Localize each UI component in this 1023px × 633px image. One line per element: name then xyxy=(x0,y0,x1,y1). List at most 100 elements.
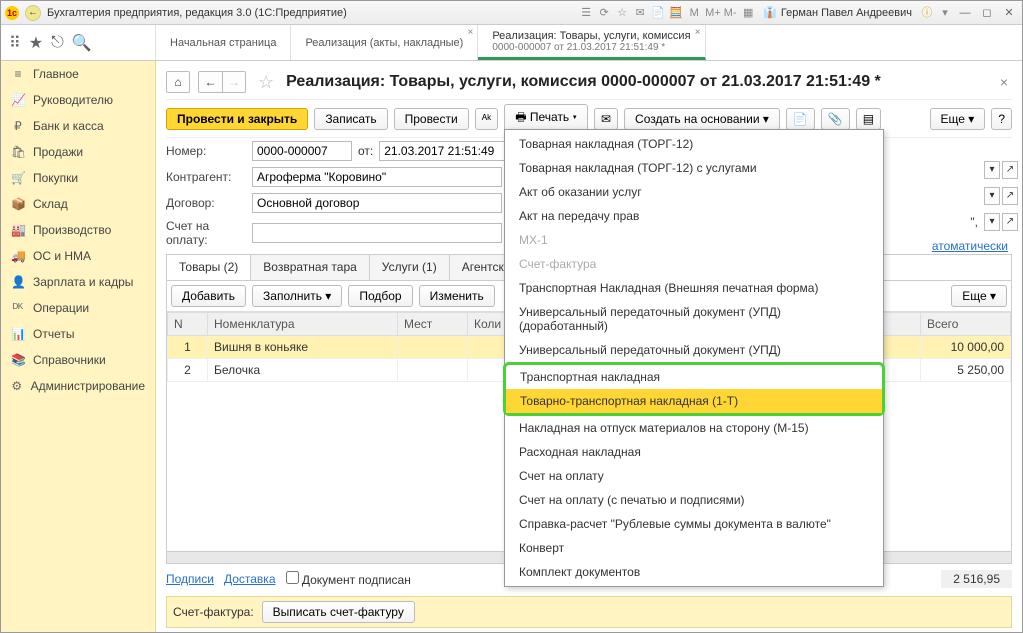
tb-icon-mplus[interactable]: M+ xyxy=(705,6,719,20)
tab-realization-list[interactable]: Реализация (акты, накладные) × xyxy=(291,25,478,60)
files-button[interactable]: 📄 xyxy=(786,108,815,130)
history-icon[interactable]: ⎋ xyxy=(51,34,64,52)
print-menu-item[interactable]: Счет на оплату xyxy=(505,464,883,488)
col-total[interactable]: Всего xyxy=(921,313,1011,336)
tb-icon-d[interactable]: ✉ xyxy=(633,6,647,20)
sidebar-item-warehouse[interactable]: 📦Склад xyxy=(1,191,155,217)
print-menu-item-transport[interactable]: Транспортная накладная xyxy=(506,365,882,389)
post-and-close-button[interactable]: Провести и закрыть xyxy=(166,108,308,130)
tb-icon-c[interactable]: ☆ xyxy=(615,6,629,20)
change-button[interactable]: Изменить xyxy=(419,285,495,307)
tab-close-icon[interactable]: × xyxy=(695,27,701,38)
field-dropdown-icon[interactable]: ▾ xyxy=(984,213,1000,231)
nav-forward-button[interactable]: → xyxy=(222,71,246,93)
dk-movements-button[interactable]: ᴬᵏ xyxy=(475,108,499,130)
user-block[interactable]: 👔 Герман Павел Андреевич xyxy=(759,6,916,19)
print-menu-item[interactable]: Универсальный передаточный документ (УПД… xyxy=(505,300,883,338)
email-button[interactable]: ✉ xyxy=(594,108,618,130)
sidebar-item-bank[interactable]: ₽Банк и касса xyxy=(1,113,155,139)
print-menu-item[interactable]: Справка-расчет "Рублевые суммы документа… xyxy=(505,512,883,536)
window-close-button[interactable]: ✕ xyxy=(1000,6,1018,20)
cell-place[interactable] xyxy=(398,336,468,359)
contragent-input[interactable] xyxy=(252,167,502,187)
sidebar-item-admin[interactable]: ⚙Администрирование xyxy=(1,373,155,399)
info-icon[interactable]: ⓘ xyxy=(920,6,934,20)
signatures-link[interactable]: Подписи xyxy=(166,572,214,586)
tab-start-page[interactable]: Начальная страница xyxy=(156,25,291,60)
print-menu-item[interactable]: Товарная накладная (ТОРГ-12) с услугами xyxy=(505,156,883,180)
print-menu-item[interactable]: Товарная накладная (ТОРГ-12) xyxy=(505,132,883,156)
help-button[interactable]: ? xyxy=(991,108,1012,130)
col-place[interactable]: Мест xyxy=(398,313,468,336)
sidebar-item-salary[interactable]: 👤Зарплата и кадры xyxy=(1,269,155,295)
number-input[interactable] xyxy=(252,141,352,161)
cell-nomenclature[interactable]: Белочка xyxy=(208,359,398,382)
tb-icon-grid[interactable]: ▦ xyxy=(741,6,755,20)
sidebar-item-manager[interactable]: 📈Руководителю xyxy=(1,87,155,113)
create-on-basis-button[interactable]: Создать на основании ▾ xyxy=(624,108,780,130)
dropdown-icon[interactable]: ▾ xyxy=(938,6,952,20)
tab-close-icon[interactable]: × xyxy=(467,27,473,38)
favorites-star-icon[interactable]: ★ xyxy=(29,33,43,53)
print-menu-item[interactable]: Комплект документов xyxy=(505,560,883,584)
field-dropdown-icon[interactable]: ▾ xyxy=(984,187,1000,205)
tb-icon-a[interactable]: ☰ xyxy=(579,6,593,20)
apps-grid-icon[interactable]: ⠿ xyxy=(9,33,21,53)
home-button[interactable]: ⌂ xyxy=(166,71,190,93)
sidebar-item-reports[interactable]: 📊Отчеты xyxy=(1,321,155,347)
window-maximize-button[interactable]: ◻ xyxy=(978,6,996,20)
nav-back-round-icon[interactable]: ← xyxy=(25,5,41,21)
field-open-icon[interactable]: ↗ xyxy=(1002,213,1018,231)
print-menu-item[interactable]: Расходная накладная xyxy=(505,440,883,464)
nav-back-button[interactable]: ← xyxy=(198,71,222,93)
col-n[interactable]: N xyxy=(168,313,208,336)
post-button[interactable]: Провести xyxy=(394,108,469,130)
print-menu-item[interactable]: МХ-1 xyxy=(505,228,883,252)
sidebar-item-operations[interactable]: ᴰᴷОперации xyxy=(1,295,155,321)
attach-button[interactable]: 📎 xyxy=(821,108,850,130)
tab-returnable-tara[interactable]: Возвратная тара xyxy=(251,255,370,280)
window-minimize-button[interactable]: — xyxy=(956,6,974,20)
print-menu-item[interactable]: Счет на оплату (с печатью и подписями) xyxy=(505,488,883,512)
invoice-input[interactable] xyxy=(252,223,502,243)
field-open-icon[interactable]: ↗ xyxy=(1002,187,1018,205)
sidebar-item-sales[interactable]: 🛍Продажи xyxy=(1,139,155,165)
sidebar-item-production[interactable]: 🏭Производство xyxy=(1,217,155,243)
pick-button[interactable]: Подбор xyxy=(348,285,412,307)
tab-goods[interactable]: Товары (2) xyxy=(167,255,251,281)
doc-signed-input[interactable] xyxy=(286,571,299,584)
tb-icon-e[interactable]: 📄 xyxy=(651,6,665,20)
sidebar-item-assets[interactable]: 🚚ОС и НМА xyxy=(1,243,155,269)
print-menu-item[interactable]: Акт на передачу прав xyxy=(505,204,883,228)
delivery-link[interactable]: Доставка xyxy=(224,572,276,586)
more-button[interactable]: Еще ▾ xyxy=(930,108,986,130)
field-open-icon[interactable]: ↗ xyxy=(1002,161,1018,179)
page-close-button[interactable]: × xyxy=(996,74,1012,90)
print-menu-item[interactable]: Транспортная Накладная (Внешняя печатная… xyxy=(505,276,883,300)
print-menu-item[interactable]: Акт об оказании услуг xyxy=(505,180,883,204)
print-menu-item[interactable]: Счет-фактура xyxy=(505,252,883,276)
doc-signed-checkbox[interactable]: Документ подписан xyxy=(286,571,411,587)
contract-input[interactable] xyxy=(252,193,502,213)
sidebar-item-purchases[interactable]: 🛒Покупки xyxy=(1,165,155,191)
field-dropdown-icon[interactable]: ▾ xyxy=(984,161,1000,179)
list-button[interactable]: ▤ xyxy=(856,108,881,130)
tb-icon-calc[interactable]: 🧮 xyxy=(669,6,683,20)
auto-link[interactable]: атоматически xyxy=(932,239,1008,253)
print-menu-item[interactable]: Конверт xyxy=(505,536,883,560)
table-more-button[interactable]: Еще ▾ xyxy=(951,285,1007,307)
cell-nomenclature[interactable]: Вишня в коньяке xyxy=(208,336,398,359)
print-menu-item-ttn-selected[interactable]: Товарно-транспортная накладная (1-Т) xyxy=(506,389,882,413)
sidebar-item-catalogs[interactable]: 📚Справочники xyxy=(1,347,155,373)
sidebar-item-main[interactable]: ≡Главное xyxy=(1,61,155,87)
col-nomenclature[interactable]: Номенклатура xyxy=(208,313,398,336)
tb-icon-b[interactable]: ⟳ xyxy=(597,6,611,20)
tb-icon-mminus[interactable]: M- xyxy=(723,6,737,20)
tab-services[interactable]: Услуги (1) xyxy=(370,255,450,280)
cell-place[interactable] xyxy=(398,359,468,382)
fill-button[interactable]: Заполнить ▾ xyxy=(252,285,342,307)
create-invoice-factura-button[interactable]: Выписать счет-фактуру xyxy=(262,601,415,623)
tab-realization-doc[interactable]: Реализация: Товары, услуги, комиссия 000… xyxy=(478,25,705,60)
add-row-button[interactable]: Добавить xyxy=(171,285,246,307)
date-input[interactable] xyxy=(379,141,519,161)
